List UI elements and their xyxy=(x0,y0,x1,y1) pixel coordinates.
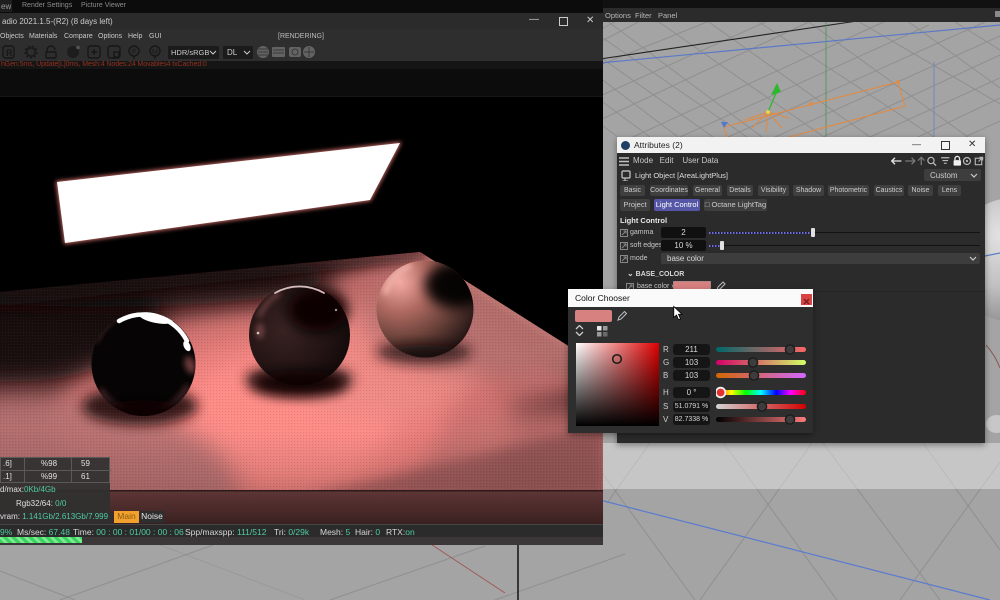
svg-text:M: M xyxy=(152,49,158,56)
svg-text:DL: DL xyxy=(227,48,238,57)
svg-text:R: R xyxy=(6,48,13,58)
svg-text:F: F xyxy=(132,49,136,56)
svg-text:HDR/sRGB: HDR/sRGB xyxy=(171,48,209,57)
